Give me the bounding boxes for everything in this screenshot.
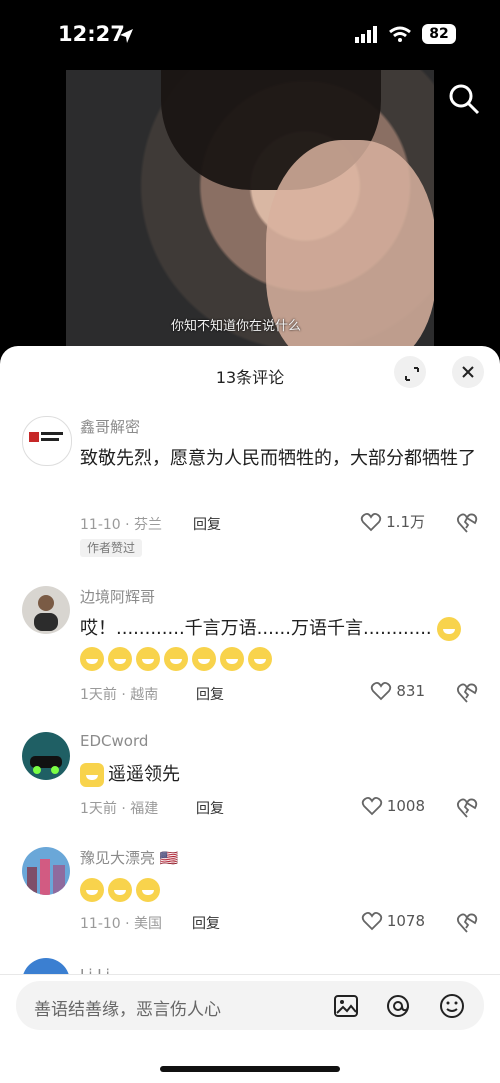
heart-hands-emoji-icon <box>80 763 104 787</box>
search-icon[interactable] <box>447 82 481 116</box>
avatar[interactable] <box>22 732 70 780</box>
smile-emoji-icon <box>192 647 216 671</box>
broken-heart-icon[interactable] <box>456 682 478 704</box>
heart-icon <box>371 681 392 701</box>
comment-author[interactable]: 豫见大漂亮 🇺🇸 <box>80 847 178 868</box>
smile-emoji-icon <box>220 647 244 671</box>
input-divider <box>0 974 500 975</box>
comment-text: 致敬先烈，愿意为人民而牺牲的，大部分都牺牲了 <box>80 448 476 469</box>
laughing-emoji-icon <box>136 878 160 902</box>
comments-header: 13条评论 <box>0 346 500 402</box>
expand-button[interactable] <box>394 356 426 388</box>
like-count: 1.1万 <box>386 513 425 531</box>
mention-icon[interactable] <box>384 992 412 1020</box>
logo-avatar-icon <box>29 432 63 442</box>
heart-icon <box>361 796 382 816</box>
comment-author[interactable]: 鑫哥解密 <box>80 416 140 437</box>
avatar[interactable] <box>22 958 70 974</box>
like-button[interactable]: 1008 <box>361 796 425 816</box>
signal-icon <box>355 26 377 43</box>
car-avatar-icon <box>30 756 62 774</box>
smile-emoji-icon <box>164 647 188 671</box>
location-arrow-icon <box>120 29 133 43</box>
comment-meta: 11-10 · 美国 <box>80 916 163 932</box>
image-icon[interactable] <box>332 992 360 1020</box>
avatar[interactable] <box>22 586 70 634</box>
close-icon <box>462 366 474 378</box>
broken-heart-icon[interactable] <box>456 512 478 534</box>
smile-emoji-icon <box>108 647 132 671</box>
person-avatar-icon <box>34 595 58 631</box>
reply-button[interactable]: 回复 <box>196 798 224 818</box>
heart-icon <box>361 911 382 931</box>
heart-icon <box>360 512 382 531</box>
comment-meta: 1天前 · 福建 <box>80 801 159 817</box>
like-button[interactable]: 831 <box>370 681 425 701</box>
emoji-icon[interactable] <box>438 992 466 1020</box>
comment-text: 遥遥领先 <box>80 760 480 790</box>
avatar[interactable] <box>22 847 70 895</box>
like-count: 1008 <box>386 797 425 815</box>
author-liked-badge: 作者赞过 <box>80 539 142 557</box>
comment-input[interactable]: 善语结善缘，恶言伤人心 <box>16 981 484 1030</box>
broken-heart-icon[interactable] <box>456 912 478 934</box>
comments-panel: 13条评论 鑫哥解密 致敬先烈，愿意为人民而牺牲的，大部分都牺牲了 11-10 … <box>0 346 500 1083</box>
comment-item-partial: Li Li <box>0 958 500 974</box>
comment-text <box>80 875 480 905</box>
comment-input-placeholder: 善语结善缘，恶言伤人心 <box>34 1000 221 1020</box>
smile-emoji-icon <box>136 647 160 671</box>
comment-meta: 1天前 · 越南 <box>80 687 159 703</box>
home-indicator[interactable] <box>160 1066 340 1072</box>
wifi-icon <box>389 26 411 42</box>
broken-heart-icon[interactable] <box>456 797 478 819</box>
like-button[interactable]: 1.1万 <box>360 511 425 532</box>
comment-text: 哎！............千言万语......万语千言............ <box>80 614 480 674</box>
reply-button[interactable]: 回复 <box>192 913 220 933</box>
smile-emoji-icon <box>437 617 462 641</box>
comment-meta: 11-10 · 芬兰 <box>80 517 163 533</box>
smile-emoji-icon <box>80 647 104 671</box>
video-subtitle: 你知不知道你在说什么 <box>171 319 302 334</box>
reply-button[interactable]: 回复 <box>196 684 224 704</box>
smile-emoji-icon <box>248 647 272 671</box>
close-button[interactable] <box>452 356 484 388</box>
comment-author[interactable]: EDCword <box>80 732 148 750</box>
city-avatar-icon <box>27 859 65 895</box>
reply-button[interactable]: 回复 <box>193 514 221 534</box>
battery-indicator: 82 <box>422 24 456 44</box>
status-bar: 12:27 82 <box>0 0 500 70</box>
like-count: 831 <box>396 682 425 700</box>
status-icons: 82 <box>354 24 456 44</box>
avatar[interactable] <box>22 416 72 466</box>
expand-icon <box>405 367 419 381</box>
video-player[interactable]: 你知不知道你在说什么 <box>66 70 434 360</box>
comment-author[interactable]: Li Li <box>80 966 110 974</box>
laughing-emoji-icon <box>80 878 104 902</box>
laughing-emoji-icon <box>108 878 132 902</box>
like-button[interactable]: 1078 <box>361 911 425 931</box>
like-count: 1078 <box>386 912 425 930</box>
status-time: 12:27 <box>58 22 125 46</box>
comment-author[interactable]: 边境阿辉哥 <box>80 586 155 607</box>
